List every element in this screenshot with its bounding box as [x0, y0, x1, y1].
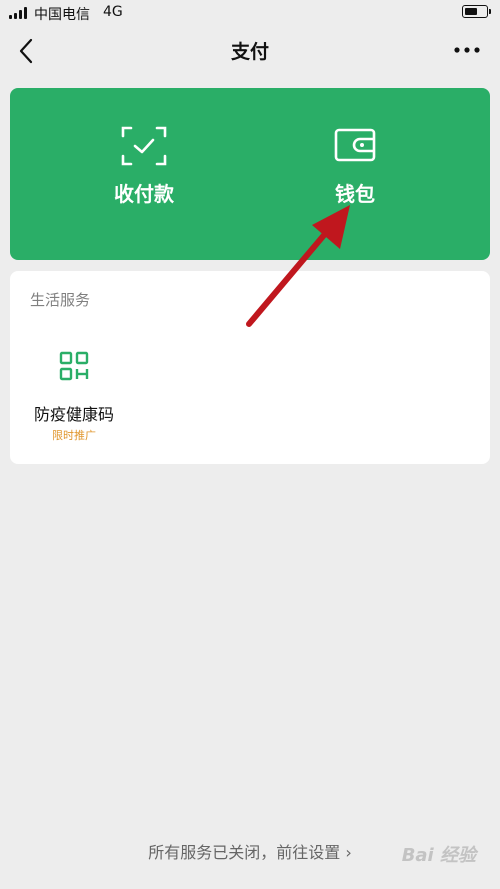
wallet-button[interactable]: 钱包 [255, 88, 455, 260]
service-item-health-code[interactable]: 防疫健康码 限时推广 [24, 341, 124, 451]
more-button[interactable] [452, 40, 482, 60]
carrier-name: 中国电信 [34, 7, 90, 23]
qr-code-icon [59, 351, 89, 381]
network-type: 4G [103, 4, 123, 20]
scan-check-icon [121, 126, 167, 166]
pay-card: 收付款 钱包 [10, 88, 490, 260]
status-bar: 中国电信 4G [0, 0, 500, 26]
watermark: Bai 经验 [401, 845, 476, 866]
collect-payment-button[interactable]: 收付款 [44, 88, 244, 260]
service-name: 防疫健康码 [33, 405, 114, 424]
nav-bar: 支付 [0, 26, 500, 76]
life-services-card: 生活服务 防疫健康码 限时推广 [10, 271, 490, 464]
promo-badge: 限时推广 [52, 429, 96, 442]
wallet-label: 钱包 [335, 182, 375, 206]
section-title: 生活服务 [30, 291, 91, 309]
battery-icon [462, 5, 491, 18]
wallet-icon [334, 128, 376, 162]
page-title: 支付 [230, 41, 269, 63]
signal-strength-icon [9, 7, 31, 19]
more-dots-icon [454, 47, 480, 53]
collect-payment-label: 收付款 [114, 182, 174, 206]
